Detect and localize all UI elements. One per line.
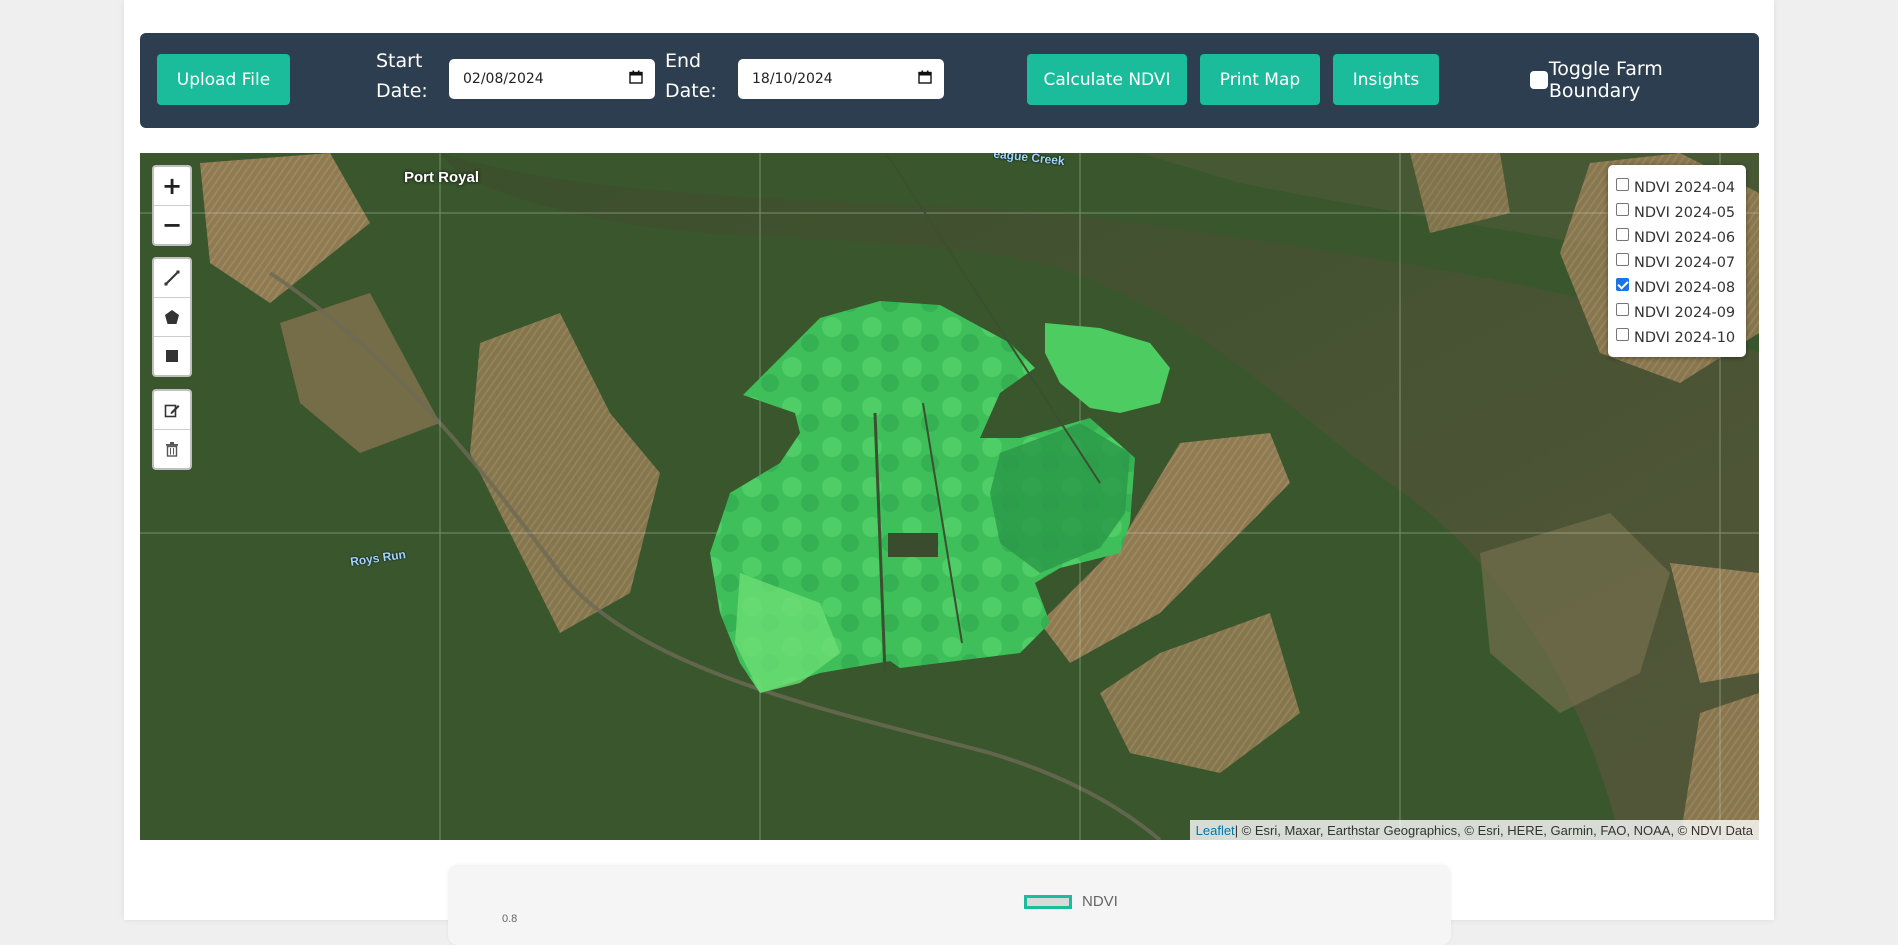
calendar-icon[interactable] xyxy=(918,70,932,84)
end-date-label: End Date: xyxy=(665,50,717,102)
toolbar: Upload File Start Date: 02/08/2024 End D… xyxy=(140,33,1759,128)
layer-item[interactable]: NDVI 2024-08 xyxy=(1616,275,1746,300)
draw-polyline-button[interactable] xyxy=(154,259,190,298)
zoom-control: + − xyxy=(152,165,192,246)
layer-control: NDVI 2024-04 NDVI 2024-05 NDVI 2024-06 NDVI… xyxy=(1608,165,1746,357)
toggle-farm-boundary[interactable]: Toggle Farm Boundary xyxy=(1530,58,1759,102)
layer-checkbox[interactable] xyxy=(1616,203,1629,216)
layer-label: NDVI 2024-09 xyxy=(1634,304,1736,321)
layer-label: NDVI 2024-06 xyxy=(1634,229,1736,246)
layer-item[interactable]: NDVI 2024-05 xyxy=(1616,200,1746,225)
layer-checkbox[interactable] xyxy=(1616,278,1629,291)
print-map-button[interactable]: Print Map xyxy=(1200,54,1320,105)
edit-toolbar xyxy=(152,389,192,470)
legend-label: NDVI xyxy=(1082,893,1118,910)
layer-label: NDVI 2024-10 xyxy=(1634,329,1736,346)
zoom-out-button[interactable]: − xyxy=(154,206,190,244)
layer-item[interactable]: NDVI 2024-04 xyxy=(1616,175,1746,200)
draw-rectangle-button[interactable] xyxy=(154,337,190,375)
zoom-in-button[interactable]: + xyxy=(154,167,190,206)
layer-checkbox[interactable] xyxy=(1616,253,1629,266)
start-date-label: Start Date: xyxy=(376,50,428,102)
delete-layers-button[interactable] xyxy=(154,430,190,468)
start-date-value: 02/08/2024 xyxy=(463,71,544,87)
polyline-icon xyxy=(164,270,180,286)
leaflet-link[interactable]: Leaflet xyxy=(1196,823,1235,838)
start-date-input[interactable]: 02/08/2024 xyxy=(449,59,655,99)
layer-label: NDVI 2024-08 xyxy=(1634,279,1736,296)
upload-file-button[interactable]: Upload File xyxy=(157,54,290,105)
trash-icon xyxy=(166,442,178,457)
layer-item[interactable]: NDVI 2024-07 xyxy=(1616,250,1746,275)
polygon-icon xyxy=(165,310,179,324)
end-date-value: 18/10/2024 xyxy=(752,71,833,87)
chart-legend[interactable]: NDVI xyxy=(1024,893,1118,910)
layer-item[interactable]: NDVI 2024-09 xyxy=(1616,300,1746,325)
map-attribution: Leaflet | © Esri, Maxar, Earthstar Geogr… xyxy=(1189,820,1759,840)
edit-layers-button[interactable] xyxy=(154,391,190,430)
layer-checkbox[interactable] xyxy=(1616,303,1629,316)
place-label-port-royal: Port Royal xyxy=(404,169,480,186)
draw-polygon-button[interactable] xyxy=(154,298,190,337)
map-view[interactable]: Port Royal Roys Run League Creek + − NDV… xyxy=(140,153,1759,840)
layer-item[interactable]: NDVI 2024-10 xyxy=(1616,325,1746,350)
page-container: Upload File Start Date: 02/08/2024 End D… xyxy=(124,0,1774,945)
layer-checkbox[interactable] xyxy=(1616,328,1629,341)
draw-toolbar xyxy=(152,257,192,377)
toggle-farm-boundary-label: Toggle Farm Boundary xyxy=(1548,58,1663,102)
rectangle-icon xyxy=(166,350,178,362)
layer-checkbox[interactable] xyxy=(1616,228,1629,241)
layer-checkbox[interactable] xyxy=(1616,178,1629,191)
toggle-farm-boundary-checkbox[interactable] xyxy=(1530,71,1548,89)
layer-label: NDVI 2024-04 xyxy=(1634,179,1736,196)
calculate-ndvi-button[interactable]: Calculate NDVI xyxy=(1027,54,1187,105)
layer-item[interactable]: NDVI 2024-06 xyxy=(1616,225,1746,250)
attribution-text: | © Esri, Maxar, Earthstar Geographics, … xyxy=(1234,822,1753,838)
edit-icon xyxy=(164,404,180,418)
insights-button[interactable]: Insights xyxy=(1333,54,1439,105)
legend-swatch xyxy=(1024,894,1072,909)
satellite-imagery xyxy=(140,153,1759,840)
end-date-input[interactable]: 18/10/2024 xyxy=(738,59,944,99)
layer-label: NDVI 2024-05 xyxy=(1634,204,1736,221)
ndvi-chart-panel: NDVI 0.8 xyxy=(448,865,1451,945)
y-tick-label: 0.8 xyxy=(502,913,518,925)
layer-label: NDVI 2024-07 xyxy=(1634,254,1736,271)
calendar-icon[interactable] xyxy=(629,70,643,84)
